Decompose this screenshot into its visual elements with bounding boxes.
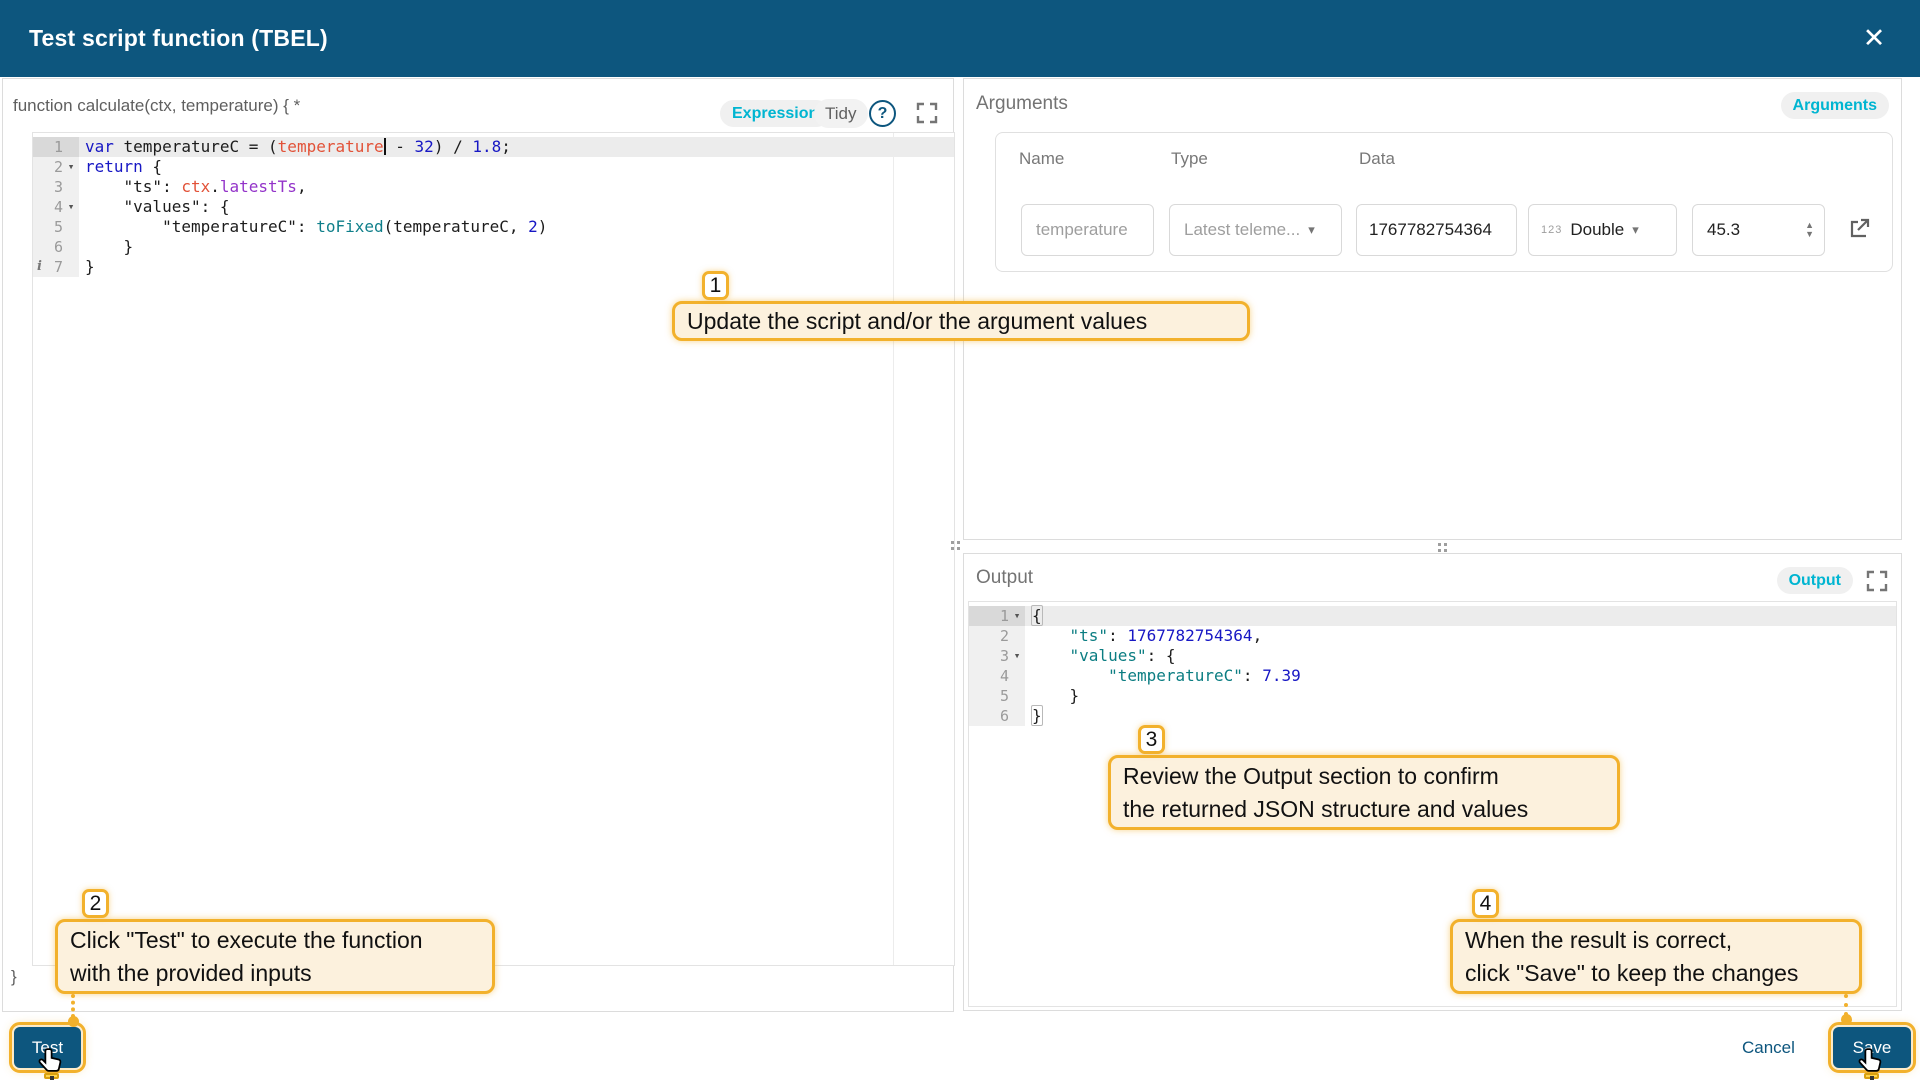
annotation-callout-2: Click "Test" to execute the function wit… <box>55 919 495 994</box>
open-in-new-icon[interactable] <box>1847 217 1871 241</box>
dialog-header: Test script function (TBEL) ✕ <box>0 0 1920 77</box>
chevron-down-icon: ▾ <box>1632 222 1639 238</box>
dialog-title: Test script function (TBEL) <box>0 25 328 52</box>
cancel-button[interactable]: Cancel <box>1736 1036 1801 1060</box>
column-header-name: Name <box>1019 149 1064 169</box>
gutter-cell: 1▾ <box>969 606 1025 626</box>
annotation-connector <box>71 994 75 1018</box>
argument-value-type-select[interactable]: 123 Double ▾ <box>1528 204 1677 256</box>
annotation-step-number: 4 <box>1472 889 1499 918</box>
close-icon[interactable]: ✕ <box>1850 14 1898 62</box>
vertical-splitter-handle[interactable] <box>951 541 960 550</box>
script-code-editor[interactable]: 1var temperatureC = (temperature - 32) /… <box>32 132 955 966</box>
print-margin-line <box>893 133 894 965</box>
gutter-cell: 2▾ <box>33 157 79 177</box>
cursor-pointer-icon <box>1856 1046 1886 1076</box>
annotation-connector-dot <box>1841 1014 1852 1025</box>
annotation-connector-dot <box>68 1016 79 1027</box>
annotation-connector <box>1844 994 1848 1016</box>
cursor-click-marker <box>44 1073 59 1079</box>
test-script-dialog: Test script function (TBEL) ✕ function c… <box>0 0 1920 1080</box>
line-number: 5 <box>37 217 63 237</box>
annotation-step-number: 1 <box>702 271 729 300</box>
annotation-callout-3: Review the Output section to confirm the… <box>1108 755 1620 830</box>
code-line: 5 } <box>969 686 1896 706</box>
gutter-cell: 4 <box>969 666 1025 686</box>
line-number: 1 <box>37 137 63 157</box>
fold-arrow-icon[interactable]: ▾ <box>1009 646 1025 666</box>
argument-name-input[interactable]: temperature <box>1021 204 1154 256</box>
fold-arrow-icon[interactable]: ▾ <box>63 157 79 177</box>
annotation-step-number: 2 <box>82 889 109 918</box>
code-line: 4 "temperatureC": 7.39 <box>969 666 1896 686</box>
line-number: 4 <box>977 666 1009 686</box>
column-header-data: Data <box>1359 149 1395 169</box>
line-number: 1 <box>977 606 1009 626</box>
info-annotation-icon: i <box>37 257 42 277</box>
output-title: Output <box>976 567 1033 589</box>
fullscreen-icon[interactable] <box>915 101 939 125</box>
annotation-callout-1: Update the script and/or the argument va… <box>672 301 1250 341</box>
code-line: 1▾{ <box>969 606 1896 626</box>
line-number: 3 <box>977 646 1009 666</box>
gutter-cell: i7 <box>33 257 79 277</box>
line-number: 2 <box>37 157 63 177</box>
arguments-table: Name Type Data temperature Latest teleme… <box>995 132 1893 272</box>
gutter-cell: 5 <box>969 686 1025 706</box>
line-number: 2 <box>977 626 1009 646</box>
arguments-badge: Arguments <box>1781 92 1889 119</box>
code-line: 2 "ts": 1767782754364, <box>969 626 1896 646</box>
code-line[interactable]: 4▾ "values": { <box>33 197 954 217</box>
help-icon[interactable]: ? <box>869 100 896 127</box>
code-line[interactable]: 5 "temperatureC": toFixed(temperatureC, … <box>33 217 954 237</box>
argument-type-select[interactable]: Latest teleme... ▾ <box>1169 204 1342 256</box>
annotation-step-number: 3 <box>1138 725 1165 754</box>
tidy-button[interactable]: Tidy <box>814 99 868 128</box>
code-line[interactable]: i7} <box>33 257 954 277</box>
gutter-cell: 3▾ <box>969 646 1025 666</box>
column-header-type: Type <box>1171 149 1208 169</box>
fold-arrow-icon[interactable]: ▾ <box>63 197 79 217</box>
argument-ts-input[interactable]: 1767782754364 <box>1356 204 1517 256</box>
fold-arrow-icon[interactable]: ▾ <box>1009 606 1025 626</box>
function-closing-brace: } <box>11 967 17 987</box>
argument-value-spinner[interactable]: 45.3 ▲ ▼ <box>1692 204 1825 256</box>
gutter-cell: 6 <box>33 237 79 257</box>
number-type-icon: 123 <box>1541 224 1562 236</box>
annotation-callout-4: When the result is correct, click "Save"… <box>1450 919 1862 994</box>
code-line: 3▾ "values": { <box>969 646 1896 666</box>
code-line[interactable]: 6 } <box>33 237 954 257</box>
horizontal-splitter-handle[interactable] <box>1438 543 1447 552</box>
function-signature: function calculate(ctx, temperature) { * <box>13 96 300 116</box>
script-panel: function calculate(ctx, temperature) { *… <box>2 78 954 1012</box>
cursor-pointer-icon <box>36 1046 66 1076</box>
gutter-cell: 4▾ <box>33 197 79 217</box>
code-line[interactable]: 2▾return { <box>33 157 954 177</box>
code-line[interactable]: 3 "ts": ctx.latestTs, <box>33 177 954 197</box>
line-number: 3 <box>37 177 63 197</box>
gutter-cell: 5 <box>33 217 79 237</box>
cursor-click-marker <box>1864 1073 1879 1079</box>
arguments-title: Arguments <box>976 93 1068 115</box>
spinner-arrows[interactable]: ▲ ▼ <box>1805 221 1814 239</box>
line-number: 4 <box>37 197 63 217</box>
line-number: 6 <box>977 706 1009 726</box>
line-number: 5 <box>977 686 1009 706</box>
output-badge: Output <box>1777 567 1853 594</box>
spinner-down-icon: ▼ <box>1805 230 1814 239</box>
gutter-cell: 6 <box>969 706 1025 726</box>
gutter-cell: 2 <box>969 626 1025 646</box>
gutter-cell: 3 <box>33 177 79 197</box>
chevron-down-icon: ▾ <box>1308 222 1315 238</box>
line-number: 6 <box>37 237 63 257</box>
code-line: 6} <box>969 706 1896 726</box>
gutter-cell: 1 <box>33 137 79 157</box>
code-line[interactable]: 1var temperatureC = (temperature - 32) /… <box>33 137 954 157</box>
fullscreen-icon[interactable] <box>1865 569 1889 593</box>
